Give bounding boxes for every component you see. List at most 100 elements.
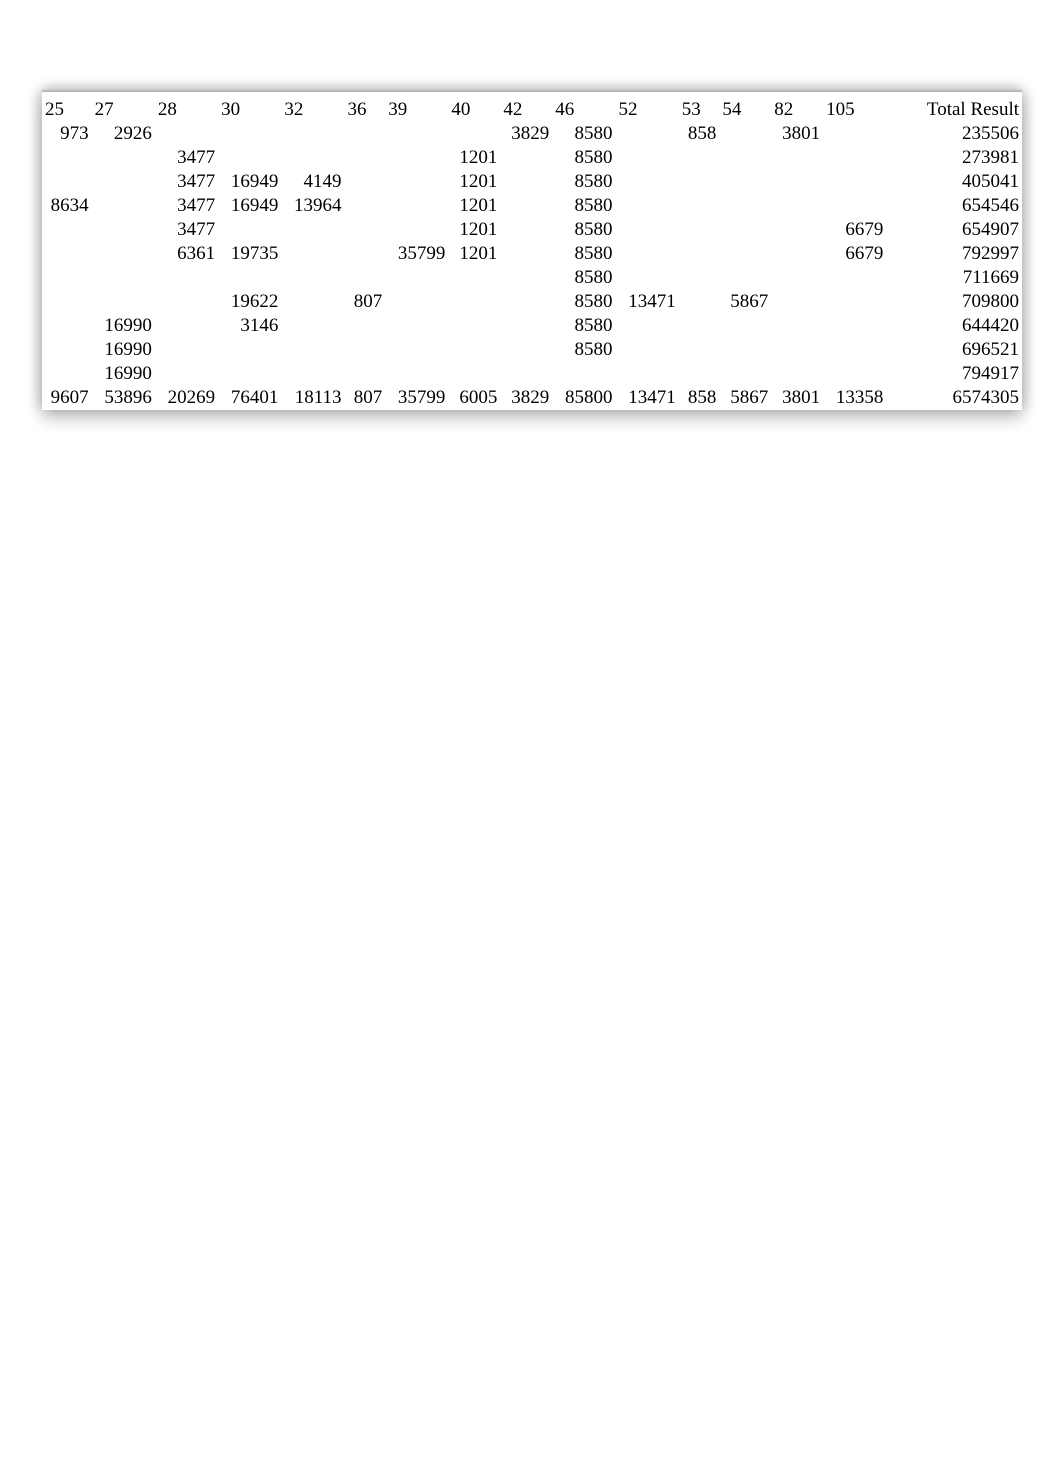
data-cell [615, 242, 678, 266]
data-cell: 1201 [448, 242, 500, 266]
data-cell: 8634 [42, 194, 92, 218]
data-cell [385, 266, 448, 290]
data-cell: 8580 [552, 194, 615, 218]
data-cell [345, 338, 386, 362]
data-cell: 6679 [823, 218, 886, 242]
row-total-cell: 644420 [886, 314, 1022, 338]
data-cell [679, 362, 720, 386]
data-cell [771, 170, 823, 194]
data-cell [500, 266, 552, 290]
data-cell [823, 362, 886, 386]
data-cell: 19735 [218, 242, 281, 266]
data-cell [823, 314, 886, 338]
data-cell: 858 [679, 122, 720, 146]
data-cell [448, 314, 500, 338]
table-row: 86343477169491396412018580654546 [42, 194, 1022, 218]
total-25: 9607 [42, 386, 92, 410]
data-cell: 16990 [92, 314, 155, 338]
data-cell [42, 362, 92, 386]
data-cell [719, 146, 771, 170]
data-cell [281, 146, 344, 170]
data-cell: 35799 [385, 242, 448, 266]
data-cell [92, 266, 155, 290]
data-cell [771, 194, 823, 218]
data-cell [345, 170, 386, 194]
data-cell [771, 314, 823, 338]
data-cell [679, 338, 720, 362]
data-cell: 3477 [155, 146, 218, 170]
row-total-cell: 405041 [886, 170, 1022, 194]
data-cell [615, 266, 678, 290]
table-row: 347716949414912018580405041 [42, 170, 1022, 194]
row-total-cell: 709800 [886, 290, 1022, 314]
data-cell [823, 122, 886, 146]
data-cell [679, 194, 720, 218]
data-cell [155, 266, 218, 290]
data-cell [155, 362, 218, 386]
data-cell [719, 314, 771, 338]
data-cell [615, 362, 678, 386]
total-82: 3801 [771, 386, 823, 410]
col-header-30: 30 [218, 92, 281, 122]
data-cell [345, 194, 386, 218]
data-cell: 4149 [281, 170, 344, 194]
data-cell [719, 170, 771, 194]
data-cell: 6679 [823, 242, 886, 266]
data-cell: 973 [42, 122, 92, 146]
data-cell [719, 338, 771, 362]
data-cell [500, 194, 552, 218]
data-cell [771, 218, 823, 242]
data-cell [500, 338, 552, 362]
table-row: 169908580696521 [42, 338, 1022, 362]
data-cell: 19622 [218, 290, 281, 314]
data-cell [92, 170, 155, 194]
data-cell: 807 [345, 290, 386, 314]
total-53: 858 [679, 386, 720, 410]
col-header-105: 105 [823, 92, 886, 122]
data-cell [42, 242, 92, 266]
data-cell [281, 122, 344, 146]
data-cell: 1201 [448, 146, 500, 170]
data-cell [385, 194, 448, 218]
data-cell: 13964 [281, 194, 344, 218]
data-cell [771, 338, 823, 362]
data-cell: 3477 [155, 194, 218, 218]
col-header-82: 82 [771, 92, 823, 122]
table-row: 9732926382985808583801235506 [42, 122, 1022, 146]
data-cell [281, 242, 344, 266]
data-cell [155, 122, 218, 146]
data-cell [500, 218, 552, 242]
row-total-cell: 654907 [886, 218, 1022, 242]
data-cell: 8580 [552, 218, 615, 242]
data-cell [218, 122, 281, 146]
data-cell [679, 146, 720, 170]
data-cell [42, 170, 92, 194]
data-cell [218, 146, 281, 170]
data-cell [155, 338, 218, 362]
data-cell: 3477 [155, 218, 218, 242]
data-cell [771, 362, 823, 386]
data-cell: 8580 [552, 122, 615, 146]
data-cell [719, 194, 771, 218]
col-header-46: 46 [552, 92, 615, 122]
data-cell [385, 314, 448, 338]
total-28: 20269 [155, 386, 218, 410]
data-cell [281, 338, 344, 362]
data-cell [42, 338, 92, 362]
data-cell [92, 290, 155, 314]
data-cell [679, 218, 720, 242]
total-52: 13471 [615, 386, 678, 410]
data-cell [719, 122, 771, 146]
table-row: 1699031468580644420 [42, 314, 1022, 338]
data-cell [345, 266, 386, 290]
data-cell [218, 362, 281, 386]
data-cell [615, 170, 678, 194]
data-cell [218, 338, 281, 362]
col-header-39: 39 [385, 92, 448, 122]
data-cell [615, 146, 678, 170]
data-cell: 8580 [552, 266, 615, 290]
col-header-42: 42 [500, 92, 552, 122]
data-cell [500, 362, 552, 386]
data-cell [385, 122, 448, 146]
data-cell [281, 362, 344, 386]
